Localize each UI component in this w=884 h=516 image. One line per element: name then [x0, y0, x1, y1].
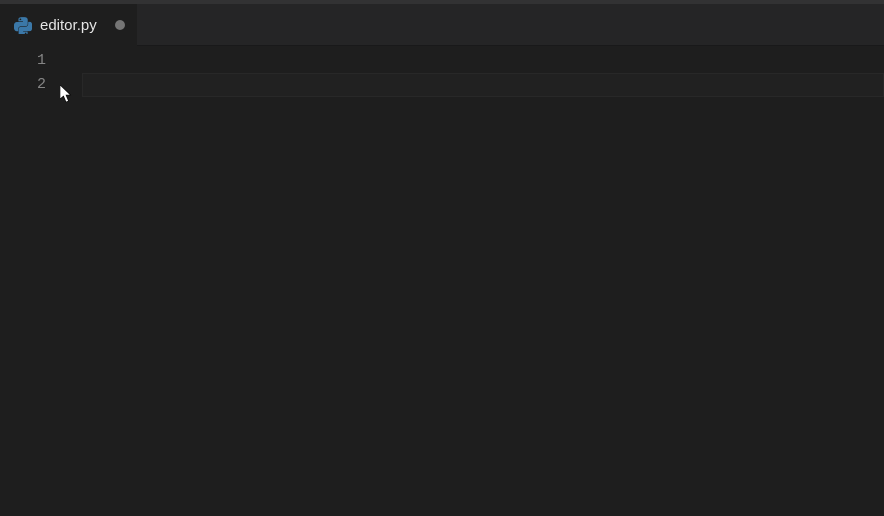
- line-number[interactable]: 2: [0, 73, 68, 97]
- tab-editor-py[interactable]: editor.py: [0, 4, 137, 46]
- tab-label: editor.py: [40, 17, 97, 34]
- code-line[interactable]: [68, 73, 884, 97]
- line-number[interactable]: 1: [0, 49, 68, 73]
- unsaved-indicator-icon[interactable]: [115, 20, 125, 30]
- tabs-empty-area[interactable]: [137, 4, 884, 46]
- tabs-bar: editor.py: [0, 4, 884, 46]
- editor-area[interactable]: 1 2: [0, 46, 884, 516]
- current-line-highlight: [82, 73, 884, 97]
- python-file-icon: [14, 16, 32, 34]
- line-number-gutter: 1 2: [0, 46, 68, 516]
- code-line[interactable]: [68, 49, 884, 73]
- code-content[interactable]: [68, 46, 884, 516]
